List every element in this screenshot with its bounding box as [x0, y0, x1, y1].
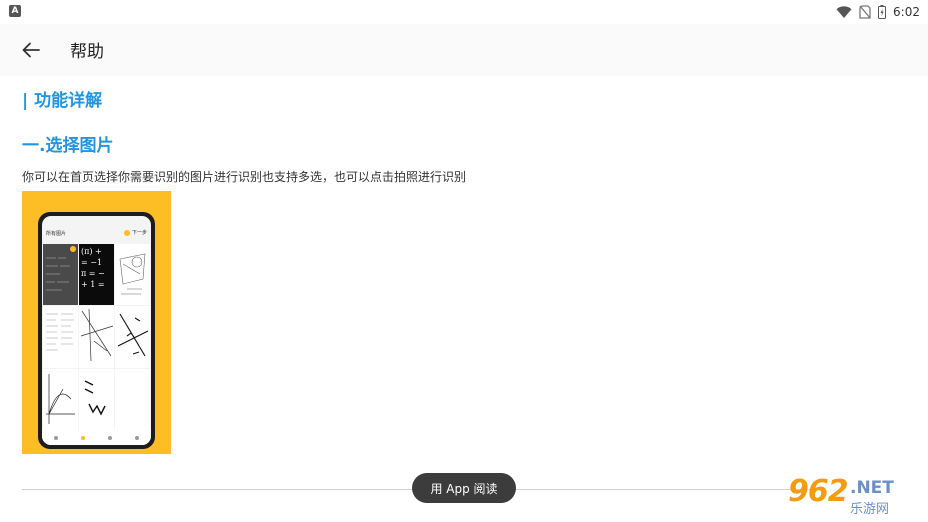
- grid-tile: [43, 306, 78, 368]
- subsection-title: 一.选择图片: [22, 136, 114, 156]
- tab-icon: [108, 435, 113, 440]
- text-sketch: [46, 314, 74, 351]
- watermark-number: 962: [788, 474, 849, 509]
- status-bar: A 6:02: [0, 0, 928, 24]
- app-bar: 帮助: [0, 24, 928, 76]
- status-time: 6:02: [893, 5, 920, 19]
- symbol-sketch: [84, 380, 106, 416]
- back-button[interactable]: [14, 34, 48, 66]
- tab-icon: [80, 435, 85, 440]
- grid-tile: [79, 368, 114, 430]
- phone-next-button: 下一步: [123, 229, 147, 236]
- axis-sketch: [46, 373, 75, 424]
- math-line: (π) +: [81, 247, 102, 256]
- grid-tile: [115, 368, 150, 430]
- phone-tab-bar: [42, 430, 151, 445]
- phone-mockup: 所有图片 下一步 (π) + = −1 π = − + 1 =: [38, 212, 155, 449]
- grid-tile-math: (π) + = −1 π = − + 1 =: [79, 244, 114, 306]
- help-illustration-image: 所有图片 下一步 (π) + = −1 π = − + 1 =: [22, 191, 171, 454]
- geometry-sketch: [80, 309, 114, 362]
- app-notification-icon: A: [9, 5, 21, 17]
- check-dot-icon: [70, 246, 76, 252]
- no-sim-icon: [859, 5, 871, 19]
- arrow-left-icon: [22, 42, 40, 58]
- wifi-icon: [836, 5, 852, 18]
- selected-dot-icon: [123, 229, 130, 236]
- grid-tile: [115, 244, 150, 306]
- section-title: | 功能详解: [22, 91, 103, 111]
- tab-icon: [53, 435, 58, 440]
- graph-sketch: [117, 314, 149, 357]
- diagram-sketch: [119, 253, 146, 295]
- phone-screen: 所有图片 下一步 (π) + = −1 π = − + 1 =: [42, 216, 151, 445]
- phone-image-grid: (π) + = −1 π = − + 1 =: [43, 244, 150, 430]
- phone-status-bar: [42, 216, 151, 226]
- handwriting-sketch: [46, 257, 70, 291]
- grid-tile: [43, 244, 78, 306]
- watermark-net: .NET: [850, 478, 894, 498]
- tab-icon: [135, 435, 140, 440]
- phone-header-label: 所有图片: [46, 231, 67, 237]
- page-title: 帮助: [70, 42, 104, 62]
- description-paragraph: 你可以在首页选择你需要识别的图片进行识别也支持多选，也可以点击拍照进行识别: [22, 170, 467, 184]
- grid-tile: [43, 368, 78, 430]
- math-line: = −1: [81, 258, 103, 267]
- status-icons: 6:02: [836, 3, 920, 21]
- battery-icon: [878, 5, 887, 19]
- watermark-sub: 乐游网: [850, 502, 890, 517]
- watermark-logo: 962 .NET 乐游网: [788, 474, 924, 518]
- math-line: π = −: [81, 269, 105, 278]
- math-line: + 1 =: [81, 280, 105, 289]
- grid-tile: [79, 306, 114, 368]
- grid-tile: [115, 306, 150, 368]
- open-in-app-button[interactable]: 用 App 阅读: [412, 473, 516, 503]
- phone-next-label: 下一步: [131, 230, 147, 236]
